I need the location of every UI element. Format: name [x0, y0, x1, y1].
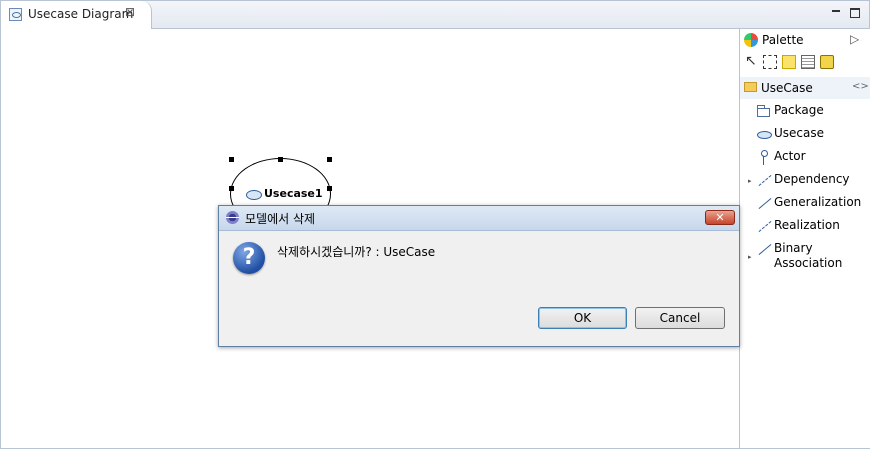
diagram-icon — [9, 8, 22, 21]
palette-item-actor[interactable]: Actor — [740, 148, 870, 168]
package-icon — [757, 105, 770, 117]
expand-arrow-icon[interactable]: ▸ — [748, 177, 752, 185]
cancel-button[interactable]: Cancel — [635, 307, 725, 329]
drawer-label: UseCase — [761, 81, 813, 95]
editor-tab-bar: Usecase Diagram ⊠ — [1, 1, 869, 29]
app-icon — [226, 211, 239, 224]
usecase-label: Usecase1 — [264, 187, 323, 200]
dialog-close-button[interactable]: ✕ — [705, 210, 735, 225]
palette-item-package[interactable]: Package — [740, 102, 870, 122]
dialog-message: 삭제하시겠습니까? : UseCase — [277, 245, 436, 259]
tab-title: Usecase Diagram — [28, 7, 134, 21]
binary-association-icon — [757, 243, 770, 255]
dialog-title: 모델에서 삭제 — [245, 212, 316, 226]
pin-icon[interactable]: <> — [852, 81, 869, 92]
palette-item-label: Actor — [774, 149, 806, 163]
palette-item-label: Dependency — [774, 172, 850, 186]
palette-toolbar — [744, 53, 834, 71]
maximize-icon[interactable] — [850, 8, 860, 18]
palette-header: Palette ▷ — [740, 29, 870, 51]
actor-icon — [757, 150, 770, 165]
palette-panel: Palette ▷ UseCase <> Package Usecase Act… — [739, 29, 870, 448]
usecase-icon — [246, 190, 262, 200]
select-tool-icon[interactable] — [744, 53, 758, 69]
note-tool-icon[interactable] — [782, 55, 796, 69]
realization-icon — [757, 220, 770, 232]
selection-handle[interactable] — [327, 157, 332, 162]
palette-item-binary-association[interactable]: ▸ Binary Association — [740, 240, 870, 274]
palette-expand-icon[interactable]: ▷ — [850, 32, 859, 46]
palette-icon — [744, 33, 758, 47]
marquee-tool-icon[interactable] — [763, 55, 777, 69]
folder-icon — [744, 82, 757, 92]
selection-handle[interactable] — [229, 157, 234, 162]
question-icon: ? — [233, 242, 265, 274]
expand-arrow-icon[interactable]: ▸ — [748, 253, 752, 261]
palette-item-label: Package — [774, 103, 824, 117]
palette-item-label: Binary Association — [774, 241, 843, 270]
dialog-title-bar[interactable]: 모델에서 삭제 ✕ — [219, 206, 739, 231]
palette-item-label: Generalization — [774, 195, 862, 209]
constraint-tool-icon[interactable] — [820, 55, 834, 69]
ok-button[interactable]: OK — [538, 307, 627, 329]
palette-item-label: Usecase — [774, 126, 825, 140]
selection-handle[interactable] — [229, 186, 234, 191]
tab-usecase-diagram[interactable]: Usecase Diagram ⊠ — [1, 1, 152, 29]
palette-item-generalization[interactable]: Generalization — [740, 194, 870, 214]
close-icon[interactable]: ⊠ — [125, 5, 135, 19]
selection-handle[interactable] — [278, 157, 283, 162]
text-tool-icon[interactable] — [801, 55, 815, 69]
dependency-icon — [757, 174, 770, 186]
usecase-icon — [757, 131, 772, 139]
palette-item-dependency[interactable]: ▸ Dependency — [740, 171, 870, 191]
generalization-icon — [757, 197, 770, 209]
minimize-icon[interactable] — [831, 6, 841, 16]
palette-item-label: Realization — [774, 218, 840, 232]
palette-item-usecase[interactable]: Usecase — [740, 125, 870, 145]
palette-item-realization[interactable]: Realization — [740, 217, 870, 237]
palette-drawer-usecase[interactable]: UseCase <> — [740, 77, 870, 99]
delete-confirm-dialog: 모델에서 삭제 ✕ ? 삭제하시겠습니까? : UseCase OK Cance… — [218, 205, 740, 347]
palette-title: Palette — [762, 33, 804, 47]
selection-handle[interactable] — [327, 186, 332, 191]
